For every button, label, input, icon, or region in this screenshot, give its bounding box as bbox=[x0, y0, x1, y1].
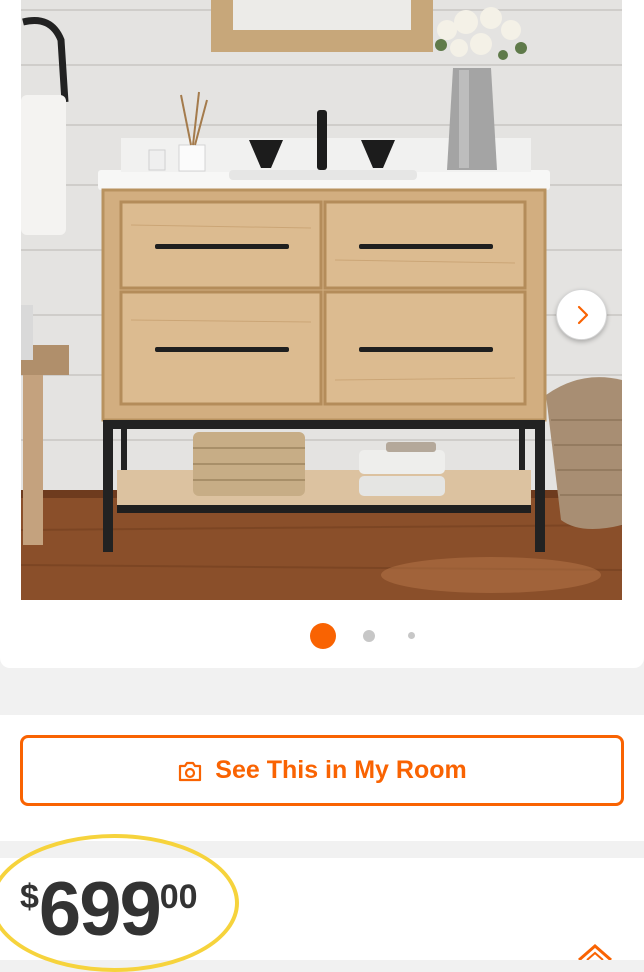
see-in-room-section: See This in My Room bbox=[0, 715, 644, 841]
pagination-dot-active[interactable] bbox=[310, 623, 336, 649]
product-image[interactable] bbox=[21, 0, 622, 600]
price-section: $ 699 00 bbox=[0, 858, 644, 960]
pagination-dot[interactable] bbox=[408, 632, 415, 639]
pagination-dot[interactable] bbox=[363, 630, 375, 642]
camera-icon bbox=[179, 761, 202, 781]
product-image-card bbox=[0, 0, 644, 668]
gallery-pagination bbox=[0, 620, 644, 650]
price-cents: 00 bbox=[159, 878, 198, 916]
price-currency: $ bbox=[20, 878, 39, 916]
vanity-photo bbox=[21, 0, 622, 600]
price-dollars: 699 bbox=[38, 867, 162, 952]
brand-logo-icon bbox=[578, 944, 612, 960]
chevron-right-icon bbox=[577, 305, 588, 324]
see-in-room-button[interactable]: See This in My Room bbox=[20, 735, 624, 806]
see-in-room-label: See This in My Room bbox=[215, 756, 467, 784]
product-price: $ 699 00 bbox=[20, 872, 198, 948]
next-image-button[interactable] bbox=[556, 289, 607, 340]
